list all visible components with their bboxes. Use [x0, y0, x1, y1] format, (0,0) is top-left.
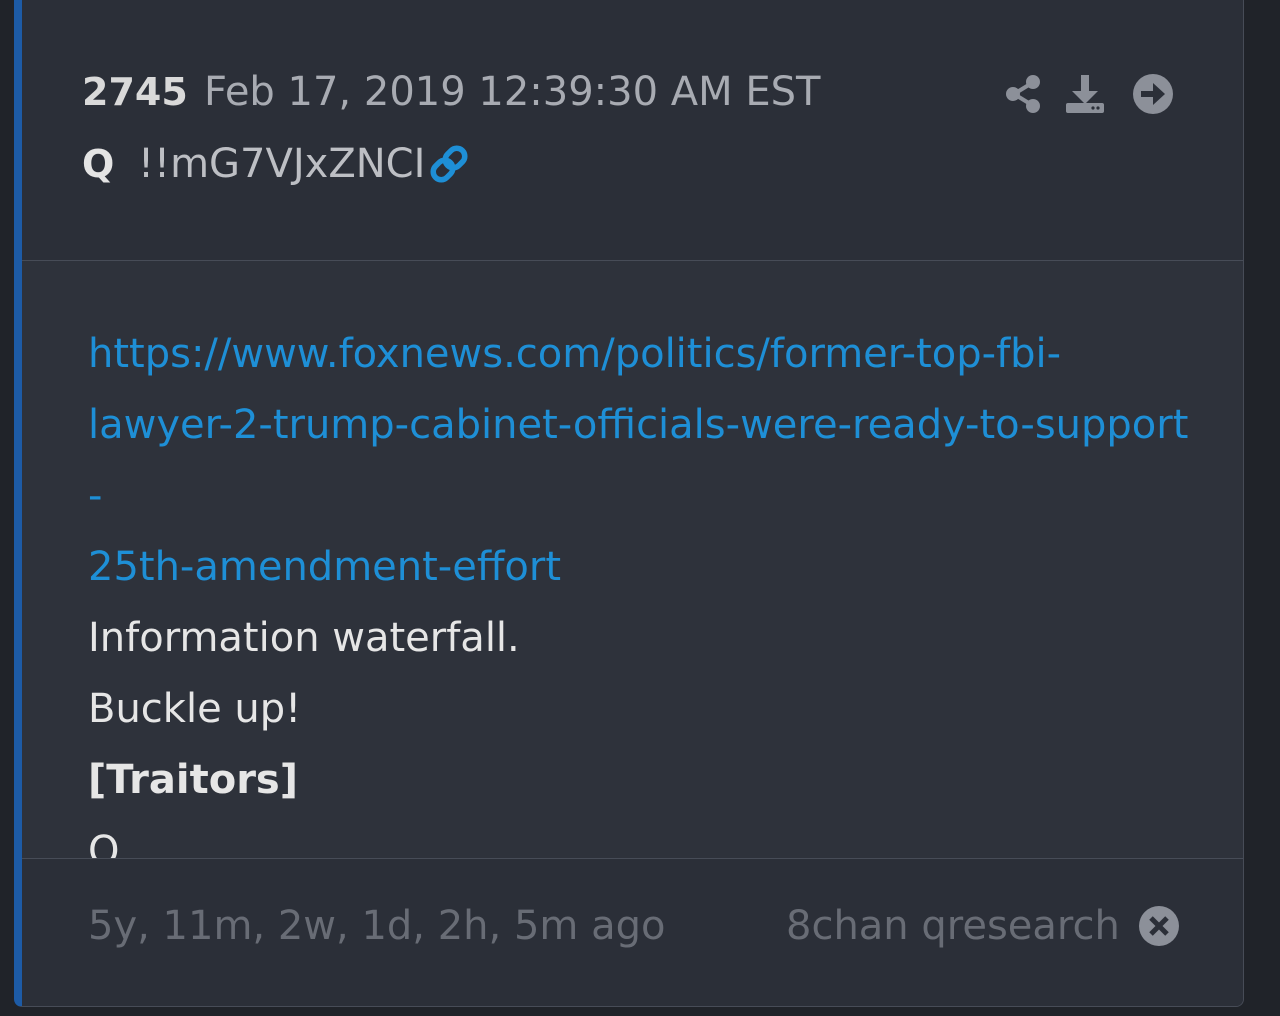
post-text-line: Buckle up! [88, 686, 302, 732]
post-text-line: Information waterfall. [88, 615, 520, 661]
link-icon[interactable] [426, 141, 472, 187]
post-card: 2745 Feb 17, 2019 12:39:30 AM EST Q !!mG… [14, 0, 1244, 1007]
post-number: 2745 [82, 70, 188, 114]
post-footer: 5y, 11m, 2w, 1d, 2h, 5m ago 8chan qresea… [22, 858, 1243, 1006]
arrow-circle-right-icon[interactable] [1132, 73, 1174, 115]
author-name: Q [82, 142, 115, 186]
close-circle-icon[interactable] [1138, 905, 1180, 947]
article-link-line: lawyer-2-trump-cabinet-officials-were-re… [88, 402, 1189, 519]
post-header: 2745 Feb 17, 2019 12:39:30 AM EST Q !!mG… [22, 0, 1243, 261]
article-link-line: https://www.foxnews.com/politics/former-… [88, 331, 1062, 377]
post-content: https://www.foxnews.com/politics/former-… [88, 319, 1198, 887]
post-text-line: [Traitors] [88, 757, 299, 803]
article-link-line: 25th-amendment-effort [88, 544, 562, 590]
post-body: https://www.foxnews.com/politics/former-… [22, 261, 1243, 874]
tripcode: !!mG7VJxZNCI [138, 141, 426, 187]
source-label: 8chan qresearch [786, 903, 1120, 949]
time-ago: 5y, 11m, 2w, 1d, 2h, 5m ago [88, 903, 666, 949]
download-icon[interactable] [1064, 73, 1106, 115]
article-link[interactable]: https://www.foxnews.com/politics/former-… [88, 319, 1198, 603]
post-date: Feb 17, 2019 12:39:30 AM EST [204, 69, 821, 115]
share-icon[interactable] [1002, 73, 1044, 115]
